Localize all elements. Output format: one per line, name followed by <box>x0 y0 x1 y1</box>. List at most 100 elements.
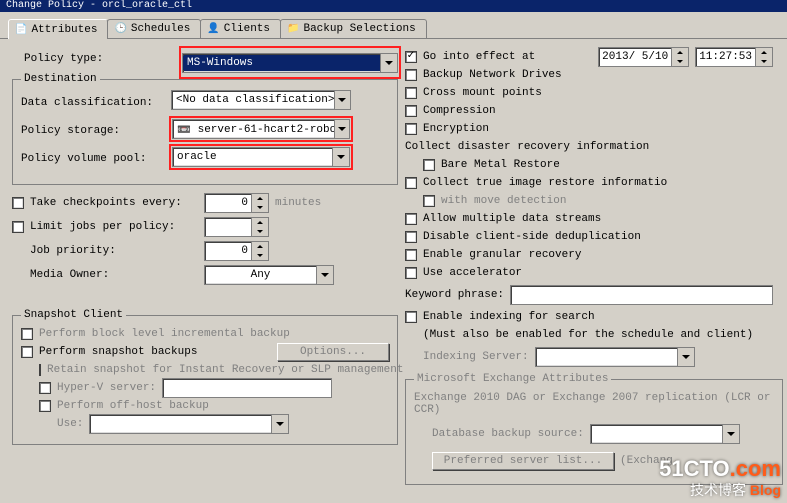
job-priority-label: Job priority: <box>30 245 198 257</box>
spin-down-icon[interactable] <box>756 57 772 66</box>
go-into-effect-checkbox[interactable] <box>405 51 417 63</box>
limit-jobs-checkbox[interactable] <box>12 221 24 233</box>
media-owner-label: Media Owner: <box>30 269 198 281</box>
move-detection-label: with move detection <box>441 195 566 207</box>
data-classification-label: Data classification: <box>21 97 153 109</box>
perform-snapshot-label: Perform snapshot backups <box>39 346 271 358</box>
take-checkpoints-checkbox[interactable] <box>12 197 24 209</box>
tab-backup-selections[interactable]: 📁 Backup Selections <box>280 19 427 38</box>
backup-network-checkbox[interactable] <box>405 69 417 81</box>
retain-snapshot-label: Retain snapshot for Instant Recovery or … <box>47 364 403 376</box>
indexing-server-label: Indexing Server: <box>423 351 529 363</box>
policy-volume-pool-combo[interactable]: oracle <box>172 147 350 167</box>
data-classification-value: <No data classification> <box>172 93 334 107</box>
tab-clients[interactable]: 👤 Clients <box>200 19 281 38</box>
chevron-down-icon[interactable] <box>316 266 333 284</box>
perform-bli-label: Perform block level incremental backup <box>39 328 290 340</box>
take-checkpoints-label: Take checkpoints every: <box>30 197 198 209</box>
perform-snapshot-checkbox[interactable] <box>21 346 33 358</box>
enable-indexing-label: Enable indexing for search <box>423 311 595 323</box>
policy-type-combo[interactable]: MS-Windows <box>182 53 398 73</box>
tab-bar: 📄 Attributes 🕒 Schedules 👤 Clients 📁 Bac… <box>0 12 787 39</box>
db-backup-source-combo[interactable] <box>590 424 740 444</box>
chevron-down-icon[interactable] <box>722 425 739 443</box>
spin-up-icon[interactable] <box>252 194 268 203</box>
perform-bli-checkbox[interactable] <box>21 328 33 340</box>
spin-up-icon[interactable] <box>672 48 688 57</box>
policy-storage-combo[interactable]: 📼 server-61-hcart2-robot-t <box>172 119 350 139</box>
db-backup-source-label: Database backup source: <box>432 428 584 440</box>
job-priority-value[interactable] <box>205 242 251 260</box>
main-panel: 📄 Attributes 🕒 Schedules 👤 Clients 📁 Bac… <box>0 12 787 503</box>
spin-up-icon[interactable] <box>252 218 268 227</box>
preferred-server-list-button[interactable]: Preferred server list... <box>432 452 614 470</box>
multi-ds-checkbox[interactable] <box>405 213 417 225</box>
highlight-policy-type: MS-Windows <box>179 46 401 79</box>
highlight-policy-storage: 📼 server-61-hcart2-robot-t <box>169 116 353 142</box>
exchange-attrs-group: Microsoft Exchange Attributes Exchange 2… <box>405 379 783 485</box>
compression-checkbox[interactable] <box>405 105 417 117</box>
offhost-label: Perform off-host backup <box>57 400 209 412</box>
snapshot-client-group: Snapshot Client Perform block level incr… <box>12 315 398 445</box>
media-owner-value: Any <box>205 268 316 282</box>
title-bar: Change Policy - orcl_oracle_ctl <box>0 0 787 12</box>
limit-jobs-value[interactable] <box>205 218 251 236</box>
media-owner-combo[interactable]: Any <box>204 265 334 285</box>
chevron-down-icon[interactable] <box>334 120 349 138</box>
date-value: 2013/ 5/10 <box>602 51 668 63</box>
destination-legend: Destination <box>21 73 100 85</box>
move-detection-checkbox[interactable] <box>423 195 435 207</box>
tab-attributes-label: Attributes <box>31 24 97 36</box>
enable-indexing-checkbox[interactable] <box>405 311 417 323</box>
hyperv-input[interactable] <box>162 378 332 398</box>
use-label: Use: <box>57 418 83 430</box>
policy-storage-value: 📼 server-61-hcart2-robot-t <box>173 122 334 137</box>
take-checkpoints-spin[interactable] <box>204 193 269 213</box>
policy-volume-pool-label: Policy volume pool: <box>21 153 146 165</box>
spin-down-icon[interactable] <box>252 203 268 212</box>
spin-down-icon[interactable] <box>252 227 268 236</box>
cross-mount-checkbox[interactable] <box>405 87 417 99</box>
spin-down-icon[interactable] <box>252 251 268 260</box>
encryption-checkbox[interactable] <box>405 123 417 135</box>
limit-jobs-spin[interactable] <box>204 217 269 237</box>
chevron-down-icon[interactable] <box>380 54 397 72</box>
indexing-server-combo[interactable] <box>535 347 695 367</box>
date-input[interactable]: 2013/ 5/10 <box>598 47 689 67</box>
snapshot-client-legend: Snapshot Client <box>21 309 126 321</box>
take-checkpoints-value[interactable] <box>205 194 251 212</box>
bmr-checkbox[interactable] <box>423 159 435 171</box>
policy-storage-label: Policy storage: <box>21 125 120 137</box>
tape-icon: 📼 <box>177 123 191 135</box>
hyperv-checkbox[interactable] <box>39 382 51 394</box>
tab-schedules[interactable]: 🕒 Schedules <box>107 19 201 38</box>
granular-label: Enable granular recovery <box>423 249 581 261</box>
disable-dedup-checkbox[interactable] <box>405 231 417 243</box>
spin-down-icon[interactable] <box>672 57 688 66</box>
folder-icon: 📁 <box>287 23 299 35</box>
tab-backupsel-label: Backup Selections <box>303 23 415 35</box>
spin-up-icon[interactable] <box>756 48 772 57</box>
keyword-phrase-input[interactable] <box>510 285 773 305</box>
retain-snapshot-checkbox[interactable] <box>39 364 41 376</box>
offhost-checkbox[interactable] <box>39 400 51 412</box>
true-image-label: Collect true image restore informatio <box>423 177 667 189</box>
use-combo[interactable] <box>89 414 289 434</box>
tab-attributes[interactable]: 📄 Attributes <box>8 19 108 39</box>
job-priority-spin[interactable] <box>204 241 269 261</box>
snapshot-options-button[interactable]: Options... <box>277 343 389 361</box>
indexing-note: (Must also be enabled for the schedule a… <box>423 329 753 341</box>
disable-dedup-label: Disable client-side deduplication <box>423 231 641 243</box>
chevron-down-icon[interactable] <box>334 91 351 109</box>
granular-checkbox[interactable] <box>405 249 417 261</box>
chevron-down-icon[interactable] <box>271 415 288 433</box>
true-image-checkbox[interactable] <box>405 177 417 189</box>
time-input[interactable]: 11:27:53 <box>695 47 773 67</box>
spin-up-icon[interactable] <box>252 242 268 251</box>
chevron-down-icon[interactable] <box>677 348 694 366</box>
data-classification-combo[interactable]: <No data classification> <box>171 90 351 110</box>
chevron-down-icon[interactable] <box>332 148 349 166</box>
accel-checkbox[interactable] <box>405 267 417 279</box>
multi-ds-label: Allow multiple data streams <box>423 213 601 225</box>
limit-jobs-label: Limit jobs per policy: <box>30 221 198 233</box>
